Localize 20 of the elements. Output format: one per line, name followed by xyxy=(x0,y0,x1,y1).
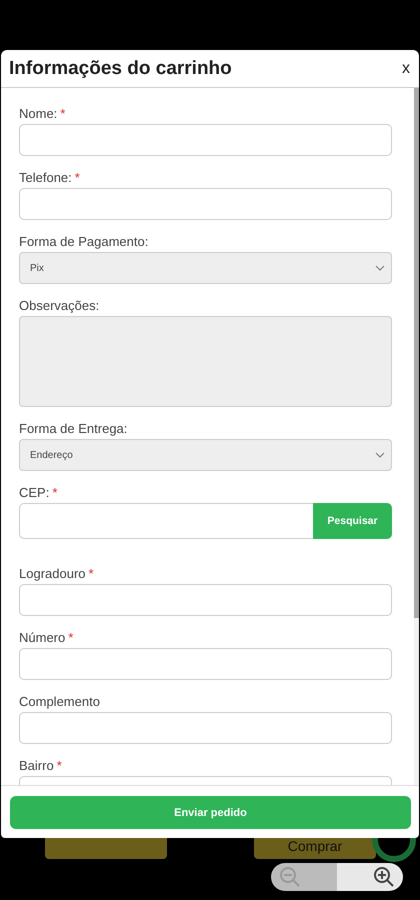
required-mark: * xyxy=(52,486,58,500)
modal-title: Informações do carrinho xyxy=(9,58,232,80)
field-label: Bairro xyxy=(19,759,54,773)
required-mark: * xyxy=(56,759,62,773)
required-mark: * xyxy=(88,567,94,581)
field-label: CEP: xyxy=(19,486,50,500)
field-label: Número xyxy=(19,631,66,645)
field-label: Telefone: xyxy=(19,171,72,185)
select-field[interactable]: Pix xyxy=(19,252,392,284)
close-button[interactable]: x xyxy=(400,60,412,78)
field-label: Forma de Pagamento: xyxy=(19,235,148,249)
required-mark: * xyxy=(74,171,80,185)
field-label: Complemento xyxy=(19,695,100,709)
required-mark: * xyxy=(68,631,74,645)
field-label: Forma de Entrega: xyxy=(19,422,128,436)
field-label: Logradouro xyxy=(19,567,86,581)
field-label: Observações: xyxy=(19,299,100,313)
required-mark: * xyxy=(60,107,66,121)
select-field[interactable]: Endereço xyxy=(19,439,392,471)
field-label: Nome: xyxy=(19,107,58,121)
